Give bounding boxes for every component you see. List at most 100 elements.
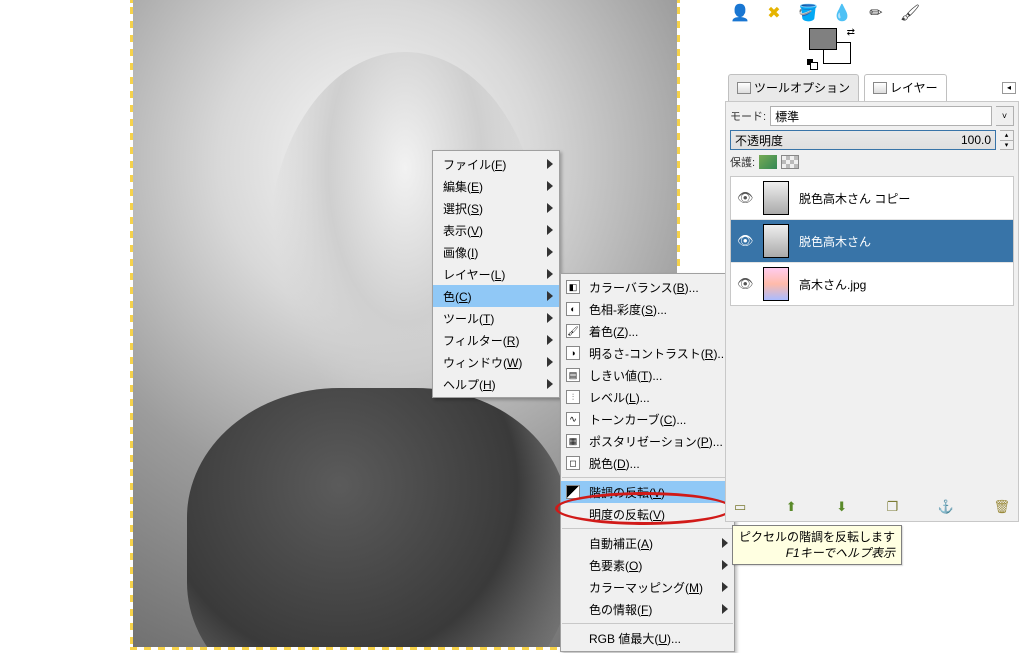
menu-item-i[interactable]: 画像(I) [433, 241, 559, 263]
layer-name[interactable]: 脱色高木さん コピー [799, 190, 910, 207]
mode-dropdown-icon[interactable]: ˅ [996, 106, 1014, 126]
menu-item-t[interactable]: ツール(T) [433, 307, 559, 329]
layer-thumbnail [763, 267, 789, 301]
menu-item-label: 選択(S) [443, 200, 483, 217]
lower-layer-icon[interactable]: ⬇ [836, 499, 847, 515]
mode-select[interactable]: 標準 [770, 106, 992, 126]
default-colors-icon[interactable] [807, 59, 817, 69]
menu-item-f[interactable]: ファイル(F) [433, 153, 559, 175]
menu-separator [562, 528, 733, 529]
visibility-eye-icon[interactable]: 👁 [737, 190, 753, 206]
tool-options-icon [737, 82, 751, 94]
opacity-label: 不透明度 [735, 132, 783, 149]
menu-item-l[interactable]: レイヤー(L) [433, 263, 559, 285]
layer-name[interactable]: 脱色高木さん [799, 233, 871, 250]
submenu-arrow-icon [547, 335, 553, 345]
submenu-item[interactable]: ▦ポスタリゼーション(P)... [561, 430, 734, 452]
submenu-item-label: トーンカーブ(C)... [589, 411, 686, 428]
submenu-arrow-icon [547, 291, 553, 301]
layer-list[interactable]: 👁 脱色高木さん コピー 👁 脱色高木さん 👁 高木さん.jpg [730, 176, 1014, 306]
raise-layer-icon[interactable]: ⬆ [786, 499, 797, 515]
curves-icon: ∿ [565, 411, 581, 427]
submenu-arrow-icon [547, 313, 553, 323]
pencil-tool-icon[interactable]: ✏ [865, 2, 887, 24]
swap-colors-icon[interactable]: ⇄ [847, 27, 855, 38]
protect-row: 保護: [730, 154, 1014, 170]
layers-panel: モード: 標準 ˅ 不透明度 100.0 ▴▾ 保護: 👁脱色高木さん コピー👁… [725, 102, 1019, 522]
submenu-item[interactable]: ◐色相-彩度(S)... [561, 298, 734, 320]
submenu-item[interactable]: 色の情報(F) [561, 598, 734, 620]
submenu-item[interactable]: 🖌着色(Z)... [561, 320, 734, 342]
submenu-item-label: 色相-彩度(S)... [589, 301, 667, 318]
submenu-item[interactable]: 自動補正(A) [561, 532, 734, 554]
dodge-tool-icon[interactable]: ✖ [763, 2, 785, 24]
visibility-eye-icon[interactable]: 👁 [737, 233, 753, 249]
menu-item-w[interactable]: ウィンドウ(W) [433, 351, 559, 373]
submenu-item[interactable]: 色要素(O) [561, 554, 734, 576]
desat-icon: ◻ [565, 455, 581, 471]
layer-name[interactable]: 高木さん.jpg [799, 276, 866, 293]
menu-item-v[interactable]: 表示(V) [433, 219, 559, 241]
submenu-color[interactable]: ◧カラーバランス(B)...◐色相-彩度(S)...🖌着色(Z)...◑明るさ-… [560, 273, 735, 652]
submenu-item[interactable]: ▤しきい値(T)... [561, 364, 734, 386]
submenu-item-label: RGB 値最大(U)... [589, 630, 681, 647]
opacity-slider[interactable]: 不透明度 100.0 [730, 130, 996, 150]
submenu-arrow-icon [547, 203, 553, 213]
submenu-item[interactable]: ◑明るさ-コントラスト(R)... [561, 342, 734, 364]
invert-icon [565, 484, 581, 500]
menu-item-r[interactable]: フィルター(R) [433, 329, 559, 351]
menu-item-label: ファイル(F) [443, 156, 506, 173]
brush-tool-icon[interactable]: 🖌 [899, 2, 921, 24]
tab-layers-label: レイヤー [890, 79, 938, 96]
duplicate-layer-icon[interactable]: ❐ [887, 499, 899, 515]
lock-pixels-icon[interactable] [759, 155, 777, 169]
thresh-icon: ▤ [565, 367, 581, 383]
submenu-item[interactable]: ◻脱色(D)... [561, 452, 734, 474]
submenu-arrow-icon [722, 582, 728, 592]
tab-layers[interactable]: レイヤー [864, 74, 947, 101]
mode-row: モード: 標準 ˅ [730, 106, 1014, 126]
fg-bg-color[interactable]: ⇄ [809, 28, 853, 68]
lock-alpha-icon[interactable] [781, 155, 799, 169]
menu-item-h[interactable]: ヘルプ(H) [433, 373, 559, 395]
layer-item[interactable]: 👁 高木さん.jpg [731, 263, 1013, 305]
layer-item[interactable]: 👁 脱色高木さん [731, 220, 1013, 263]
smudge-tool-icon[interactable]: 👤 [729, 2, 751, 24]
menu-item-s[interactable]: 選択(S) [433, 197, 559, 219]
tab-tool-options[interactable]: ツールオプション [728, 74, 859, 101]
toolbox-row: 👤 ✖ 🪣 💧 ✏ 🖌 [725, 0, 1019, 26]
blend-tool-icon[interactable]: 💧 [831, 2, 853, 24]
submenu-item[interactable]: カラーマッピング(M) [561, 576, 734, 598]
poster-icon: ▦ [565, 433, 581, 449]
panel-menu-icon[interactable]: ◂ [1002, 82, 1016, 94]
submenu-arrow-icon [547, 379, 553, 389]
layer-item[interactable]: 👁 脱色高木さん コピー [731, 177, 1013, 220]
submenu-item[interactable]: RGB 値最大(U)... [561, 627, 734, 649]
menu-separator [562, 477, 733, 478]
menu-item-e[interactable]: 編集(E) [433, 175, 559, 197]
anchor-layer-icon[interactable]: ⚓ [938, 499, 954, 515]
submenu-item[interactable]: ⫶レベル(L)... [561, 386, 734, 408]
submenu-item[interactable]: ∿ トーンカーブ(C)... [561, 408, 734, 430]
submenu-item-label: カラーマッピング(M) [589, 579, 703, 596]
context-menu-main[interactable]: ファイル(F) 編集(E) 選択(S) 表示(V) 画像(I) レイヤー(L)色(C)ツー… [432, 150, 560, 398]
menu-item-label: 表示(V) [443, 222, 483, 239]
menu-item-label: フィルター(R) [443, 332, 519, 349]
delete-layer-icon[interactable]: 🗑 [993, 499, 1010, 515]
bucket-tool-icon[interactable]: 🪣 [797, 2, 819, 24]
visibility-eye-icon[interactable]: 👁 [737, 276, 753, 292]
submenu-item[interactable]: ◧カラーバランス(B)... [561, 276, 734, 298]
submenu-arrow-icon [547, 247, 553, 257]
submenu-item-label: レベル(L)... [589, 389, 650, 406]
submenu-arrow-icon [547, 159, 553, 169]
menu-item-label: 画像(I) [443, 244, 478, 261]
submenu-item[interactable]: 明度の反転(V) [561, 503, 734, 525]
fg-color-swatch[interactable] [809, 28, 837, 50]
opacity-stepper[interactable]: ▴▾ [1000, 130, 1014, 150]
submenu-item[interactable]: 階調の反転(V) [561, 481, 734, 503]
new-layer-icon[interactable]: ▭ [734, 499, 746, 515]
submenu-item-label: 階調の反転(V) [589, 484, 665, 501]
submenu-arrow-icon [722, 560, 728, 570]
menu-item-c[interactable]: 色(C) [433, 285, 559, 307]
submenu-item-label: 着色(Z)... [589, 323, 638, 340]
